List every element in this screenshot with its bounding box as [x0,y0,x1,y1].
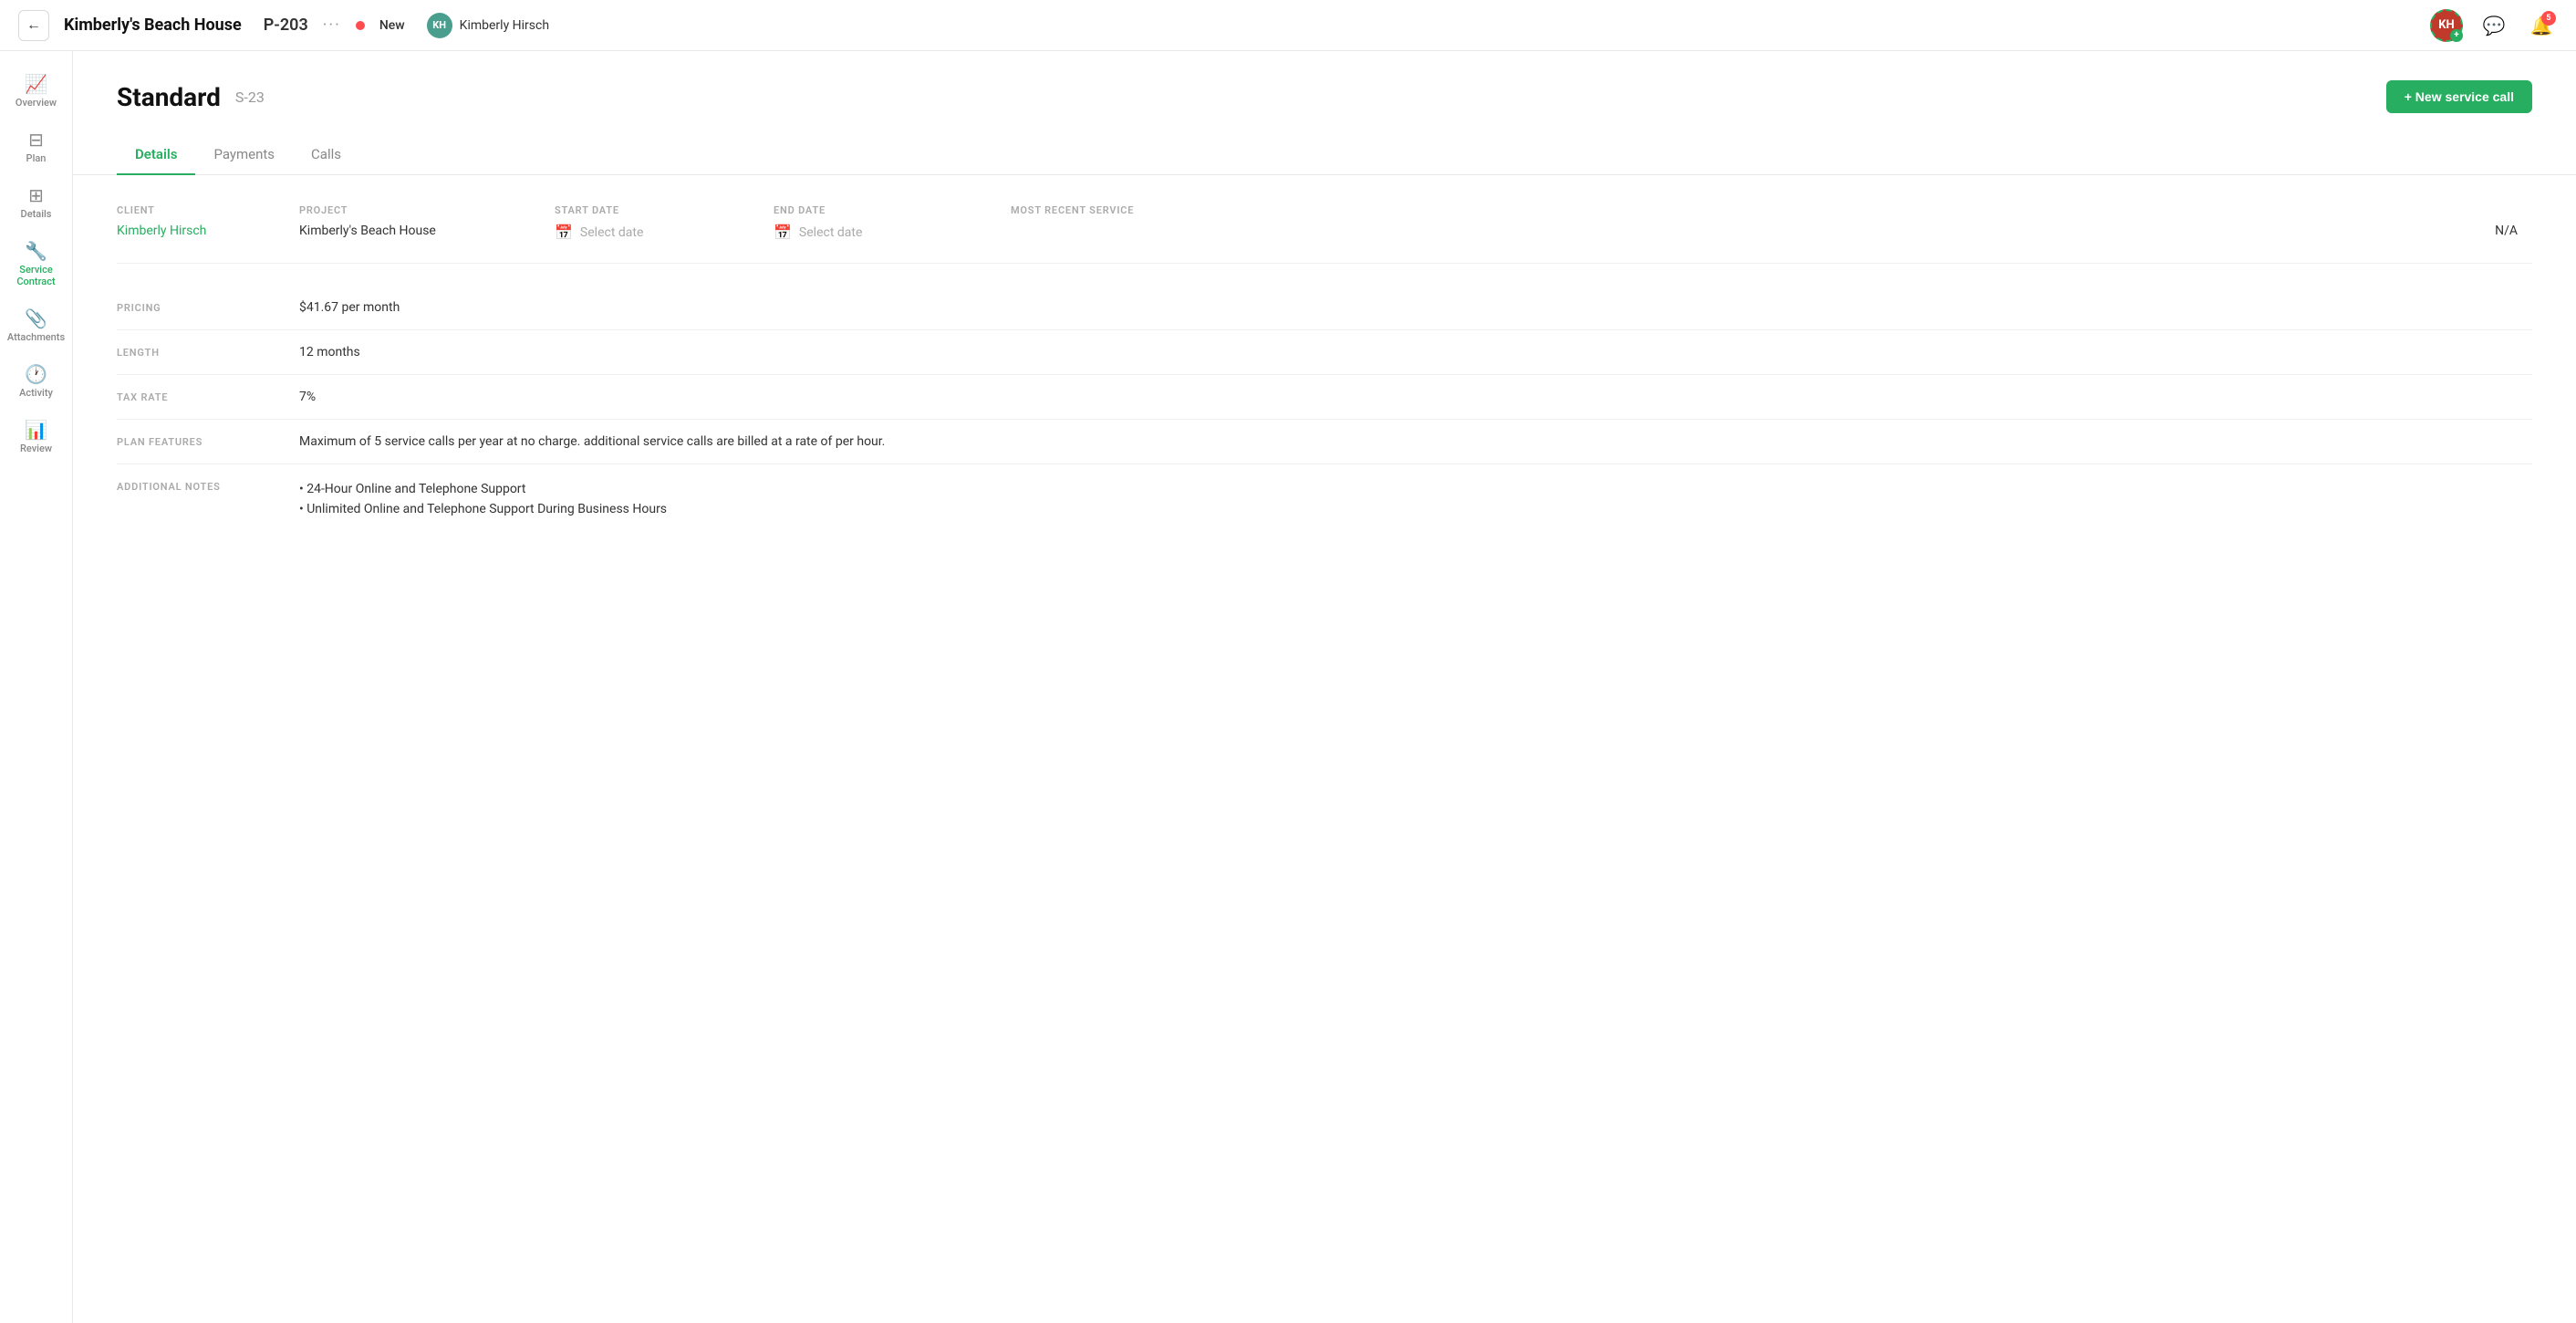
notification-badge: 5 [2541,11,2556,26]
sidebar: 📈 Overview ⊟ Plan ⊞ Details 🔧 Service Co… [0,51,73,1323]
avatar-add-icon: + [2450,29,2463,42]
end-date-label: END DATE [774,204,996,216]
chat-icon: 💬 [2483,15,2506,36]
notifications-button[interactable]: 🔔 5 [2525,9,2558,42]
length-value: 12 months [299,345,2532,359]
additional-notes-row: ADDITIONAL NOTES 24-Hour Online and Tele… [117,464,2532,534]
start-date-placeholder: Select date [580,225,643,240]
pricing-row: PRICING $41.67 per month [117,286,2532,330]
main-content: Standard S-23 + New service call Details… [73,51,2576,1323]
activity-icon: 🕐 [25,365,47,383]
new-service-call-button[interactable]: + New service call [2386,80,2532,113]
more-options-button[interactable]: ··· [323,16,341,35]
tax-rate-row: TAX RATE 7% [117,375,2532,420]
overview-icon: 📈 [25,75,47,93]
sidebar-item-details[interactable]: ⊞ Details [5,177,68,229]
most-recent-col: MOST RECENT SERVICE N/A [1011,204,2532,241]
project-id: P-203 [264,16,308,35]
client-value[interactable]: Kimberly Hirsch [117,224,285,238]
plan-features-value: Maximum of 5 service calls per year at n… [299,434,2532,449]
tabs: Details Payments Calls [73,135,2576,175]
end-date-placeholder: Select date [799,225,862,240]
page-title: Standard [117,82,221,112]
project-col: PROJECT Kimberly's Beach House [299,204,555,241]
sidebar-label-service-contract: Service Contract [13,264,60,287]
page-header: Standard S-23 + New service call [73,51,2576,135]
tab-details[interactable]: Details [117,135,195,175]
top-details-section: CLIENT Kimberly Hirsch PROJECT Kimberly'… [117,204,2532,264]
most-recent-value: N/A [1011,224,2518,238]
top-header: ← Kimberly's Beach House P-203 ··· New K… [0,0,2576,51]
project-title: Kimberly's Beach House [64,16,242,35]
sidebar-label-plan: Plan [26,152,47,164]
length-row: LENGTH 12 months [117,330,2532,375]
header-icons: KH + 💬 🔔 5 [2430,9,2558,42]
sidebar-label-details: Details [21,208,52,220]
notes-list: 24-Hour Online and Telephone Support Unl… [299,479,2532,519]
end-date-col: END DATE 📅 Select date [774,204,1011,241]
sidebar-label-attachments: Attachments [7,331,65,343]
tax-rate-label: TAX RATE [117,390,299,404]
plan-icon: ⊟ [28,130,44,149]
start-date-col: START DATE 📅 Select date [555,204,774,241]
end-calendar-icon: 📅 [774,224,792,241]
details-icon: ⊞ [28,186,44,204]
pricing-value: $41.67 per month [299,300,2532,315]
note-item-2: Unlimited Online and Telephone Support D… [299,499,2532,519]
user-avatar: KH [427,13,452,38]
note-item-1: 24-Hour Online and Telephone Support [299,479,2532,499]
plan-features-row: PLAN FEATURES Maximum of 5 service calls… [117,420,2532,464]
review-icon: 📊 [25,421,47,439]
tab-calls[interactable]: Calls [293,135,359,175]
start-date-input[interactable]: 📅 Select date [555,224,759,241]
page-title-wrap: Standard S-23 [117,82,265,112]
tax-rate-value: 7% [299,390,2532,404]
sidebar-item-attachments[interactable]: 📎 Attachments [5,300,68,352]
most-recent-label: MOST RECENT SERVICE [1011,204,2518,216]
sidebar-item-activity[interactable]: 🕐 Activity [5,356,68,408]
content-area: CLIENT Kimberly Hirsch PROJECT Kimberly'… [73,175,2576,563]
plan-features-label: PLAN FEATURES [117,434,299,449]
sidebar-item-review[interactable]: 📊 Review [5,411,68,464]
project-value: Kimberly's Beach House [299,224,540,238]
start-date-label: START DATE [555,204,759,216]
project-label: PROJECT [299,204,540,216]
service-contract-icon: 🔧 [25,242,47,260]
current-user-avatar[interactable]: KH + [2430,9,2463,42]
assigned-user: KH Kimberly Hirsch [427,13,549,38]
additional-notes-label: ADDITIONAL NOTES [117,479,299,519]
status-label: New [379,18,405,33]
sidebar-item-plan[interactable]: ⊟ Plan [5,121,68,173]
body-wrap: 📈 Overview ⊟ Plan ⊞ Details 🔧 Service Co… [0,51,2576,1323]
additional-notes-value: 24-Hour Online and Telephone Support Unl… [299,479,2532,519]
client-col: CLIENT Kimberly Hirsch [117,204,299,241]
sidebar-label-review: Review [20,443,52,454]
sidebar-item-overview[interactable]: 📈 Overview [5,66,68,118]
back-button[interactable]: ← [18,10,49,41]
sidebar-label-overview: Overview [16,97,57,109]
sidebar-label-activity: Activity [19,387,53,399]
attachments-icon: 📎 [25,309,47,328]
client-label: CLIENT [117,204,285,216]
sidebar-item-service-contract[interactable]: 🔧 Service Contract [5,233,68,297]
pricing-label: PRICING [117,300,299,315]
chat-button[interactable]: 💬 [2477,9,2510,42]
length-label: LENGTH [117,345,299,359]
end-date-input[interactable]: 📅 Select date [774,224,996,241]
start-calendar-icon: 📅 [555,224,573,241]
page-subtitle: S-23 [235,89,265,106]
tab-payments[interactable]: Payments [195,135,293,175]
status-dot-icon [356,21,365,30]
user-name-label: Kimberly Hirsch [460,18,549,33]
details-grid: CLIENT Kimberly Hirsch PROJECT Kimberly'… [117,204,2532,241]
